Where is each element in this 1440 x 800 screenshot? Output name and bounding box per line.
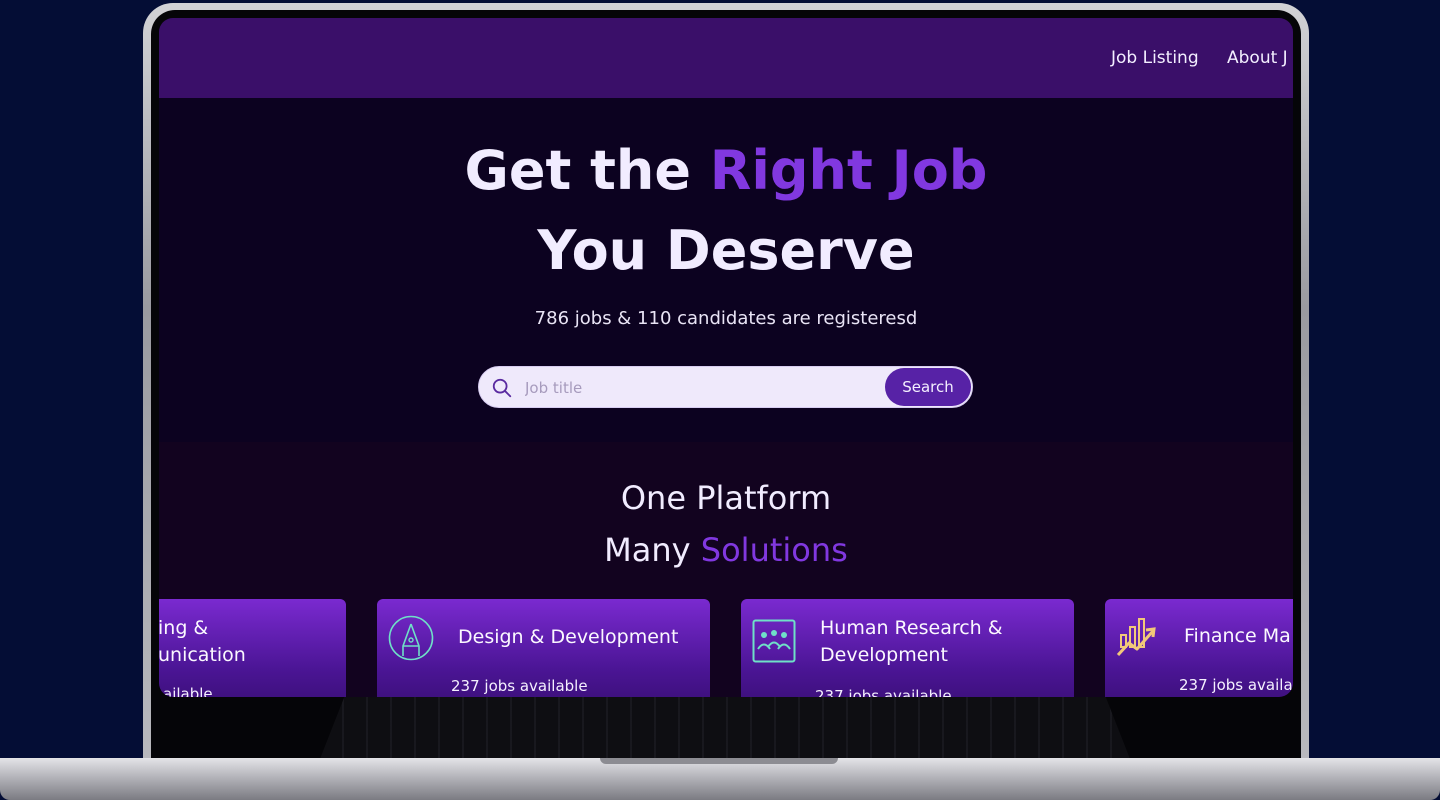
solutions-line1: One Platform: [620, 479, 832, 517]
laptop-screen: Job Listing About J Get the Right Job Yo…: [159, 18, 1293, 697]
team-icon: [752, 619, 796, 663]
laptop-notch: [600, 758, 838, 764]
card-job-count: 237 jobs availa: [1179, 676, 1293, 694]
solutions-line2-prefix: Many: [604, 531, 701, 569]
search-icon: [492, 378, 512, 398]
search-button[interactable]: Search: [885, 368, 971, 406]
nav-link-job-listing[interactable]: Job Listing: [1111, 48, 1199, 68]
hero-section: Get the Right Job You Deserve 786 jobs &…: [159, 98, 1293, 442]
card-title: Design & Development: [458, 626, 679, 648]
card-title-line2: Development: [820, 644, 948, 666]
category-card-human-research[interactable]: Human Research & Development 237 jobs av…: [741, 599, 1074, 697]
hero-title-accent: Right Job: [709, 139, 988, 202]
card-title: Finance Ma: [1184, 625, 1291, 647]
hero-title: Get the Right Job You Deserve: [159, 131, 1293, 291]
solutions-section: One Platform Many Solutions ing & unicat…: [159, 442, 1293, 697]
pen-tool-icon: [388, 615, 434, 661]
hero-title-part1: Get the: [464, 139, 710, 202]
card-job-count: 237 jobs available: [815, 687, 952, 697]
hero-title-line2: You Deserve: [537, 219, 915, 282]
laptop-base: [0, 758, 1440, 800]
nav-link-about[interactable]: About J: [1227, 48, 1288, 68]
category-card-design-development[interactable]: Design & Development 237 jobs available: [377, 599, 710, 697]
search-bar: Search: [478, 366, 973, 409]
category-card-communication[interactable]: ing & unication ailable: [159, 599, 346, 697]
card-title-line1: ing &: [159, 617, 209, 639]
category-card-finance[interactable]: Finance Ma 237 jobs availa: [1105, 599, 1293, 697]
solutions-line2-accent: Solutions: [700, 531, 848, 569]
card-title: Human Research & Development: [820, 615, 1003, 669]
chart-growth-icon: [1116, 618, 1156, 657]
hero-subtitle: 786 jobs & 110 candidates are registeres…: [534, 308, 918, 329]
card-title-line1: Human Research &: [820, 617, 1003, 639]
card-job-count: ailable: [163, 685, 213, 697]
card-title: ing & unication: [159, 615, 246, 669]
navbar: Job Listing About J: [159, 18, 1293, 98]
job-title-search-input[interactable]: [523, 367, 887, 409]
card-title-line2: unication: [159, 644, 246, 666]
laptop-keyboard: [320, 697, 1130, 759]
solutions-title: One Platform Many Solutions: [159, 472, 1293, 576]
card-job-count: 237 jobs available: [451, 677, 588, 695]
